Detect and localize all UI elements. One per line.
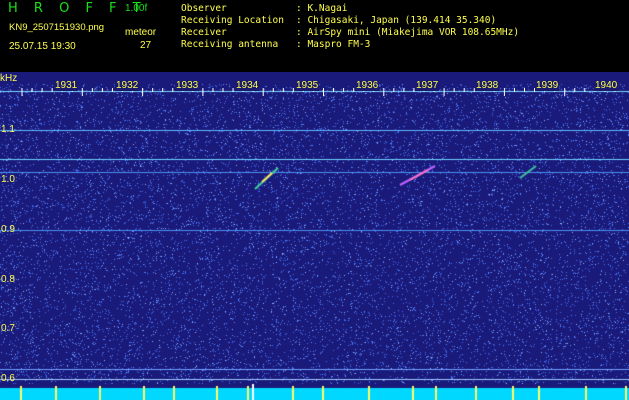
minute-label-1933: 1933 <box>175 80 200 91</box>
y-tick-1.0: 1.0 <box>1 174 15 185</box>
spectrogram-overlay <box>21 88 616 96</box>
observer-label: Observer <box>181 3 227 14</box>
minute-label-1934: 1934 <box>235 80 260 91</box>
minute-label-1931: 1931 <box>54 80 79 91</box>
minute-label-1935: 1935 <box>295 80 320 91</box>
meteor-count: 27 <box>140 40 152 51</box>
filename-label: KN9_2507151930.png <box>9 22 105 33</box>
minute-label-1937: 1937 <box>415 80 440 91</box>
y-tick-0.7: 0.7 <box>1 323 15 334</box>
meteor-label: meteor <box>125 27 157 38</box>
y-tick-0.9: 0.9 <box>1 224 15 235</box>
minute-label-1939: 1939 <box>535 80 560 91</box>
antenna-label: Receiving antenna <box>181 39 279 50</box>
location-label: Receiving Location <box>181 15 284 26</box>
y-tick-1.1: 1.1 <box>1 124 15 135</box>
y-tick-0.6: 0.6 <box>1 373 15 384</box>
minute-label-1932: 1932 <box>115 80 140 91</box>
version-label: 1.00f <box>125 3 148 14</box>
header-panel: H R O F F T 1.00f KN9_2507151930.png 25.… <box>0 0 629 72</box>
observer-value: : K.Nagai <box>296 3 348 14</box>
y-tick-0.8: 0.8 <box>1 274 15 285</box>
location-value: : Chigasaki, Japan (139.414 35.340) <box>296 15 497 26</box>
minute-label-1940: 1940 <box>594 80 619 91</box>
receiver-value: : AirSpy mini (Miakejima VOR 108.65MHz) <box>296 27 520 38</box>
antenna-value: : Maspro FM-3 <box>296 39 371 50</box>
khz-unit-label: kHz <box>0 73 18 84</box>
minute-label-1936: 1936 <box>355 80 380 91</box>
timestamp-label: 25.07.15 19:30 <box>9 41 76 52</box>
minute-label-1938: 1938 <box>475 80 500 91</box>
receiver-label: Receiver <box>181 27 227 38</box>
